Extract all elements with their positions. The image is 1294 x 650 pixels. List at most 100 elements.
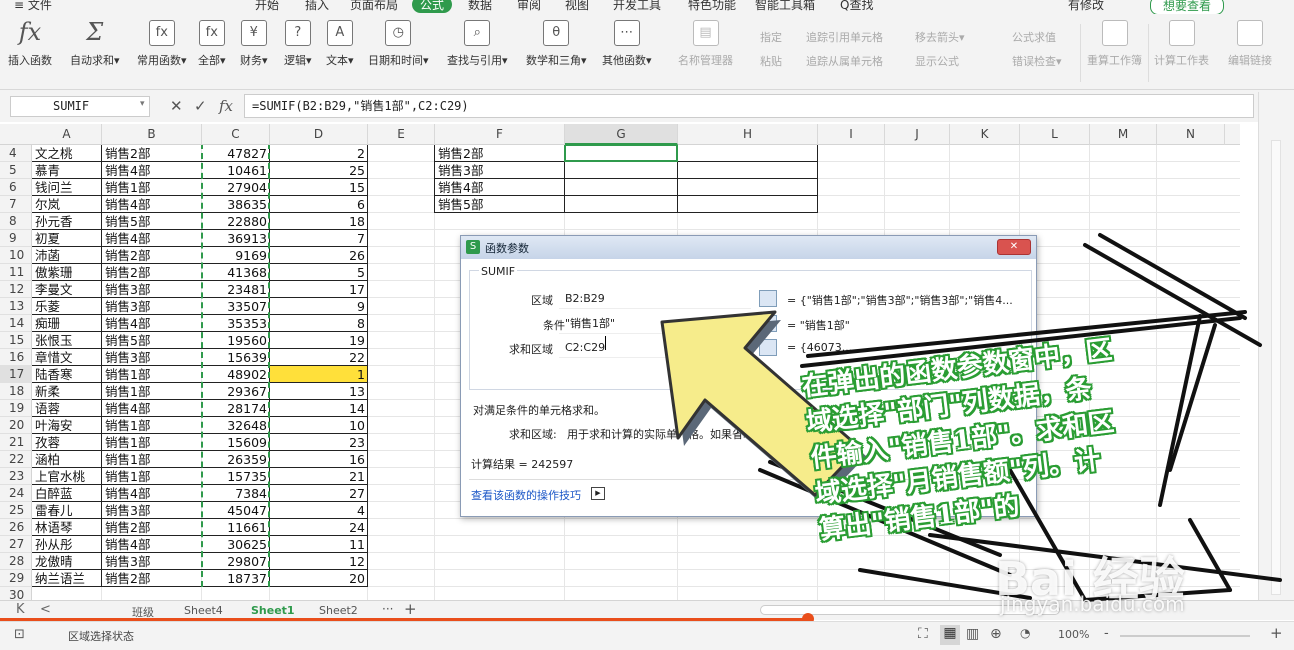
table-cell[interactable]: 孜蓉	[35, 434, 102, 451]
name-box[interactable]: SUMIF	[10, 96, 150, 117]
table-cell[interactable]: 文之桃	[35, 145, 102, 162]
table-cell[interactable]: 销售2部	[105, 145, 202, 162]
table-cell[interactable]: 销售4部	[105, 315, 202, 332]
table-cell[interactable]	[105, 587, 202, 600]
table-cell[interactable]: 雷春儿	[35, 502, 102, 519]
table-cell[interactable]: 销售2部	[105, 519, 202, 536]
row-header[interactable]: 6	[0, 179, 32, 196]
table-cell[interactable]: 15	[270, 179, 368, 196]
ribbon-button[interactable]: ¥ 财务▾	[240, 20, 268, 68]
fullscreen-icon[interactable]: ⛶	[918, 626, 928, 642]
row-header[interactable]: 18	[0, 383, 32, 400]
ribbon-button[interactable]: θ 数学和三角▾	[526, 20, 587, 68]
first-sheet-icon[interactable]: K	[16, 602, 25, 617]
table-cell[interactable]: 钱问兰	[35, 179, 102, 196]
table-cell[interactable]: 销售4部	[105, 196, 202, 213]
table-cell[interactable]: 24	[270, 519, 368, 536]
row-header[interactable]: 9	[0, 230, 32, 247]
table-cell[interactable]: 26	[270, 247, 368, 264]
menu-item[interactable]: 有修改	[1068, 0, 1104, 13]
row-header[interactable]: 19	[0, 400, 32, 417]
row-header[interactable]: 11	[0, 264, 32, 281]
column-header[interactable]: H	[678, 124, 818, 145]
column-header[interactable]: B	[102, 124, 202, 145]
table-cell[interactable]: 傲紫珊	[35, 264, 102, 281]
menu-item[interactable]: 开始	[255, 0, 279, 13]
table-cell[interactable]: 7	[270, 230, 368, 247]
table-cell[interactable]: 18	[270, 213, 368, 230]
video-icon[interactable]: ▶	[591, 487, 605, 500]
table-cell[interactable]: 5	[270, 264, 368, 281]
table-cell[interactable]: 销售2部	[105, 570, 202, 587]
ribbon-button[interactable]: Σ 自动求和▾	[70, 20, 120, 68]
column-header[interactable]: G	[565, 124, 678, 145]
table-cell[interactable]: 销售3部	[105, 298, 202, 315]
table-cell[interactable]: 销售4部	[105, 536, 202, 553]
row-header[interactable]: 27	[0, 536, 32, 553]
column-header[interactable]: K	[950, 124, 1020, 145]
ribbon-small-button[interactable]: 追踪引用单元格	[806, 29, 883, 45]
table-cell[interactable]	[270, 587, 368, 600]
table-cell[interactable]: 章惜文	[35, 349, 102, 366]
table-cell[interactable]: 初夏	[35, 230, 102, 247]
table-cell[interactable]: 乐菱	[35, 298, 102, 315]
ribbon-button[interactable]: fx 常用函数▾	[137, 20, 187, 68]
row-header[interactable]: 20	[0, 417, 32, 434]
ribbon-button[interactable]: 计算工作表	[1154, 20, 1209, 68]
menu-item[interactable]: 智能工具箱	[755, 0, 815, 13]
table-cell[interactable]: 11	[270, 536, 368, 553]
table-cell[interactable]: 销售2部	[438, 145, 558, 162]
ribbon-button[interactable]: ? 逻辑▾	[284, 20, 312, 68]
collapse-dialog-icon[interactable]	[759, 315, 777, 332]
normal-view-icon[interactable]: ▦	[940, 625, 960, 645]
table-cell[interactable]: 销售1部	[105, 417, 202, 434]
table-cell[interactable]: 22	[270, 349, 368, 366]
row-header[interactable]: 24	[0, 485, 32, 502]
zoom-in-icon[interactable]: +	[1270, 624, 1283, 642]
page-layout-icon[interactable]: ▥	[966, 626, 979, 642]
menu-item[interactable]: Q查找	[840, 0, 873, 13]
table-cell[interactable]: 14	[270, 400, 368, 417]
table-cell[interactable]: 沛菡	[35, 247, 102, 264]
ribbon-small-button[interactable]: 显示公式	[915, 53, 959, 69]
table-cell[interactable]: 23	[270, 434, 368, 451]
ribbon-button[interactable]: fx 全部▾	[198, 20, 226, 68]
table-cell[interactable]: 纳兰语兰	[35, 570, 102, 587]
dialog-titlebar[interactable]: S 函数参数 ✕	[461, 236, 1036, 259]
table-cell[interactable]: 27	[270, 485, 368, 502]
cancel-icon[interactable]: ✕	[170, 97, 183, 115]
zoom-out-icon[interactable]: -	[1104, 626, 1109, 641]
row-header[interactable]: 21	[0, 434, 32, 451]
insert-function-icon[interactable]: fx	[219, 97, 233, 115]
row-header[interactable]: 23	[0, 468, 32, 485]
table-cell[interactable]: 20	[270, 570, 368, 587]
table-cell[interactable]: 销售1部	[105, 451, 202, 468]
menu-item[interactable]: 页面布局	[350, 0, 398, 13]
table-cell[interactable]: 语蓉	[35, 400, 102, 417]
table-cell[interactable]: 25	[270, 162, 368, 179]
row-header[interactable]: 7	[0, 196, 32, 213]
sheet-tab[interactable]: Sheet2	[319, 604, 358, 617]
table-cell[interactable]: 6	[270, 196, 368, 213]
ribbon-button[interactable]: A 文本▾	[326, 20, 354, 68]
page-break-icon[interactable]: ⊕	[990, 626, 1002, 642]
sheet-tab[interactable]: Sheet1	[251, 604, 295, 617]
table-cell[interactable]: 销售4部	[105, 230, 202, 247]
row-header[interactable]: 12	[0, 281, 32, 298]
table-cell[interactable]: 销售4部	[438, 179, 558, 196]
table-cell[interactable]: 涵柏	[35, 451, 102, 468]
arg-input[interactable]: "销售1部"	[559, 314, 751, 334]
zoom-slider[interactable]	[1120, 635, 1250, 637]
table-cell[interactable]	[202, 587, 270, 600]
more-sheets-button[interactable]: ···	[382, 602, 393, 616]
column-header[interactable]: L	[1020, 124, 1090, 145]
menu-item[interactable]: 开发工具	[613, 0, 661, 13]
table-cell[interactable]: 1	[270, 366, 368, 383]
column-header[interactable]: A	[32, 124, 102, 145]
vertical-scrollbar[interactable]	[1271, 140, 1281, 595]
arg-input[interactable]: C2:C29	[559, 338, 751, 358]
column-header[interactable]: D	[270, 124, 368, 145]
add-sheet-button[interactable]: +	[404, 600, 417, 618]
row-header[interactable]: 26	[0, 519, 32, 536]
table-cell[interactable]: 李曼文	[35, 281, 102, 298]
